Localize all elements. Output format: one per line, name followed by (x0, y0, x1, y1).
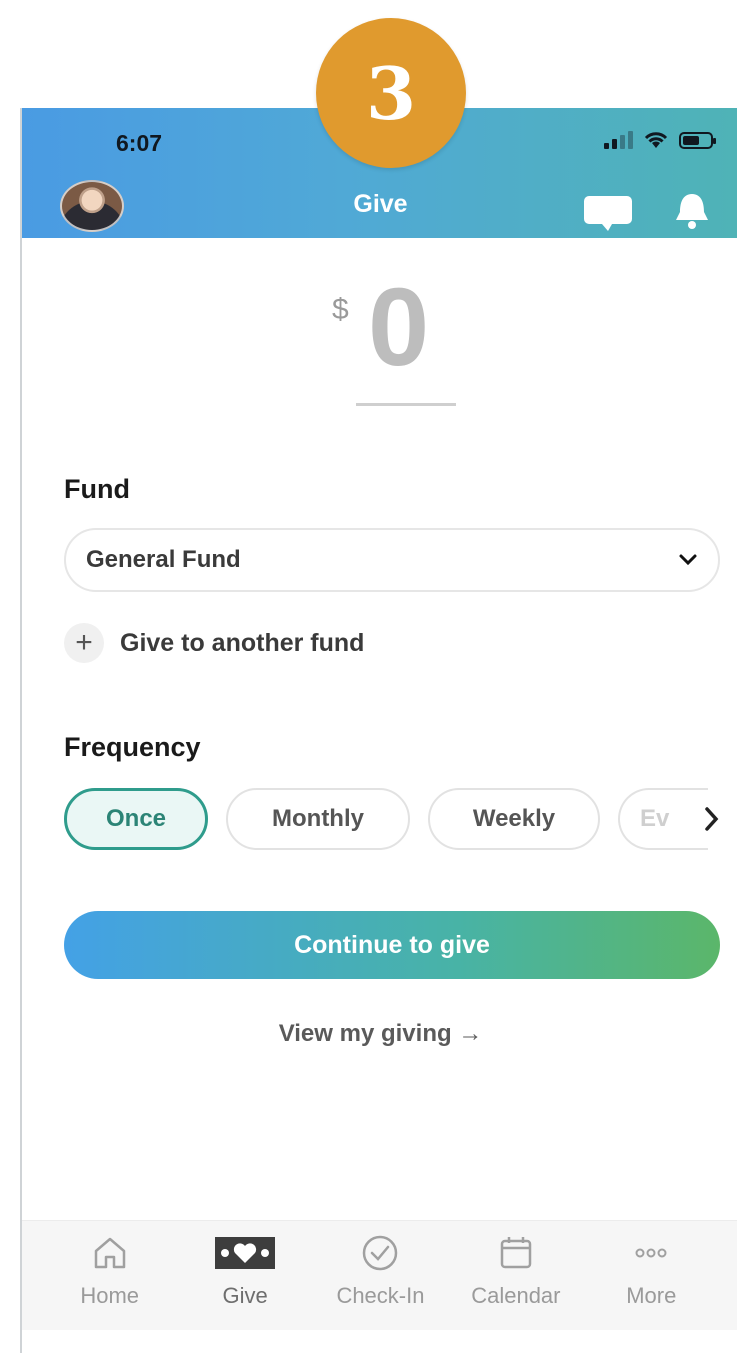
tab-calendar[interactable]: Calendar (456, 1221, 576, 1330)
step-number-badge: 3 (316, 18, 466, 168)
tab-label: Check-In (336, 1283, 425, 1308)
bottom-tab-bar: Home Give Check-In Calendar More (22, 1220, 737, 1330)
plus-icon: + (64, 623, 104, 663)
fund-select[interactable]: General Fund (64, 528, 720, 592)
frequency-chip-monthly[interactable]: Monthly (226, 788, 410, 850)
chat-icon[interactable] (582, 192, 634, 232)
amount-value[interactable]: 0 (368, 273, 429, 383)
frequency-chip-label: Once (105, 805, 167, 832)
status-icons (604, 130, 716, 150)
fund-select-value: General Fund (86, 546, 241, 573)
chevron-down-icon (679, 554, 697, 566)
tab-home[interactable]: Home (50, 1221, 170, 1330)
give-icon (215, 1237, 276, 1269)
continue-to-give-button[interactable]: Continue to give (64, 911, 720, 979)
signal-icon (604, 131, 633, 149)
tab-label: Give (222, 1283, 268, 1308)
tab-label: Calendar (471, 1283, 561, 1308)
tab-give[interactable]: Give (185, 1221, 305, 1330)
calendar-icon (500, 1237, 532, 1269)
tab-more[interactable]: More (591, 1221, 711, 1330)
status-time: 6:07 (116, 130, 163, 156)
frequency-chip-label: Ev (640, 805, 670, 832)
phone-screen: 6:07 Give $ 0 Fund General Fund + Give t… (20, 108, 737, 1353)
currency-symbol: $ (332, 293, 349, 326)
fund-label: Fund (64, 474, 130, 504)
continue-button-label: Continue to give (294, 930, 490, 959)
more-icon (635, 1248, 667, 1258)
view-my-giving-link[interactable]: View my giving → (22, 1020, 737, 1048)
chevron-right-icon[interactable] (702, 804, 722, 834)
wifi-icon (644, 132, 668, 148)
frequency-options: Once Monthly Weekly Ev (64, 788, 708, 850)
frequency-chip-weekly[interactable]: Weekly (428, 788, 600, 850)
home-icon (94, 1237, 125, 1269)
step-number: 3 (365, 50, 417, 136)
add-fund-label: Give to another fund (120, 628, 365, 657)
add-fund-link[interactable]: + Give to another fund (64, 623, 364, 663)
battery-icon (679, 131, 716, 149)
tab-label: Home (80, 1283, 140, 1308)
tab-check-in[interactable]: Check-In (320, 1221, 440, 1330)
frequency-label: Frequency (64, 732, 201, 762)
frequency-chip-once[interactable]: Once (64, 788, 208, 850)
frequency-chip-label: Monthly (272, 805, 364, 832)
tab-label: More (626, 1283, 677, 1308)
bell-icon[interactable] (670, 188, 714, 232)
amount-underline (356, 403, 456, 406)
check-in-icon (363, 1235, 398, 1271)
frequency-chip-partial[interactable]: Ev (618, 788, 708, 850)
frequency-chip-label: Weekly (472, 805, 556, 832)
